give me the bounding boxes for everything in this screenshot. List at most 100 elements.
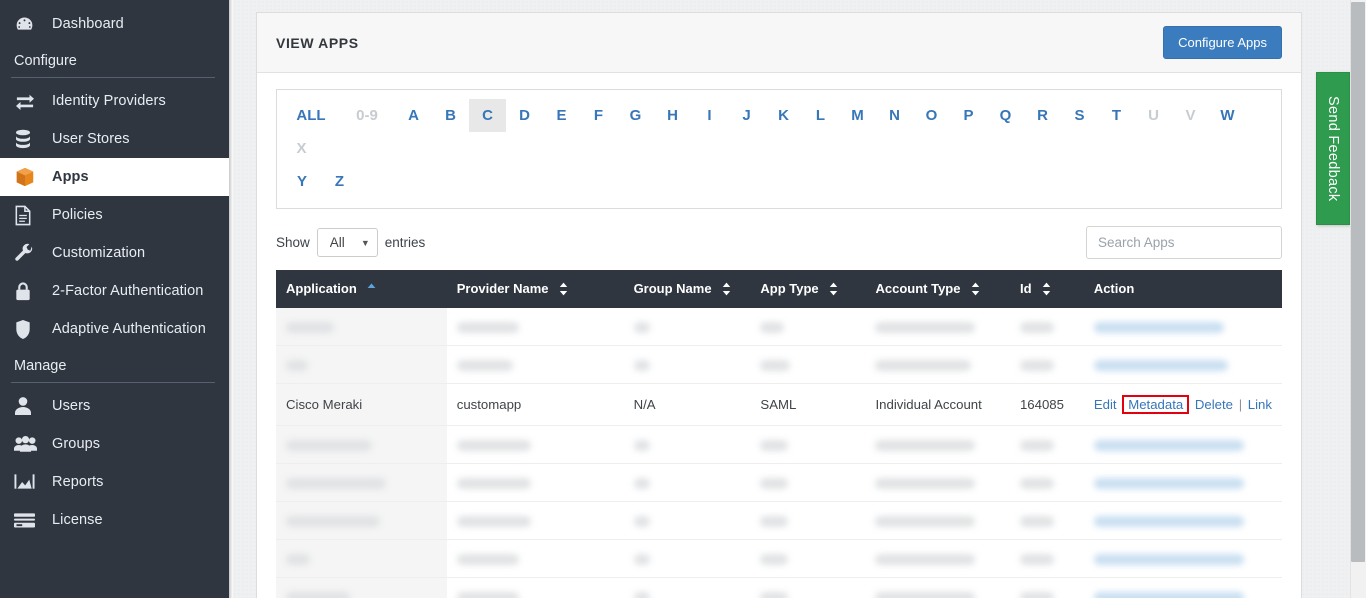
sidebar-item-dashboard[interactable]: Dashboard	[0, 5, 229, 43]
sidebar-item-users[interactable]: Users	[0, 387, 229, 425]
obscured-text	[1093, 478, 1244, 490]
obscured-text	[286, 478, 386, 490]
cell-action[interactable]	[1083, 345, 1282, 384]
obscured-text	[875, 554, 976, 566]
alpha-filter-s[interactable]: S	[1061, 99, 1098, 132]
alpha-filter-y[interactable]: Y	[283, 165, 321, 198]
obscured-text	[456, 440, 531, 452]
table-row[interactable]	[276, 463, 1282, 503]
alpha-filter-c[interactable]: C	[469, 99, 506, 132]
cell-id: 164085	[1009, 383, 1084, 427]
app-root: Dashboard Configure Identity Providers U…	[0, 0, 1366, 598]
shield-icon	[14, 318, 44, 340]
table-row[interactable]	[276, 577, 1282, 598]
obscured-text	[875, 440, 976, 452]
sidebar-item-groups[interactable]: Groups	[0, 425, 229, 463]
column-header-account-type[interactable]: Account Type	[865, 270, 1010, 308]
send-feedback-tab[interactable]: Send Feedback	[1316, 72, 1350, 225]
cell-application	[276, 345, 447, 384]
page-title: VIEW APPS	[276, 34, 359, 51]
cell-action[interactable]	[1083, 307, 1282, 346]
alpha-filter-j[interactable]: J	[728, 99, 765, 132]
alpha-filter-o[interactable]: O	[913, 99, 950, 132]
sidebar-item-license[interactable]: License	[0, 501, 229, 539]
link-link[interactable]: Link	[1248, 397, 1272, 412]
obscured-text	[1019, 554, 1054, 566]
cell-action[interactable]	[1083, 425, 1282, 465]
sidebar-item-customization[interactable]: Customization	[0, 234, 229, 272]
obscured-text	[760, 554, 789, 566]
obscured-text	[633, 321, 650, 333]
column-header-app-type[interactable]: App Type	[750, 270, 866, 308]
cell-action[interactable]	[1083, 501, 1282, 541]
column-header-provider-name[interactable]: Provider Name	[446, 270, 624, 308]
obscured-text	[633, 440, 650, 452]
alpha-filter-e[interactable]: E	[543, 99, 580, 132]
sidebar-item-identity-providers[interactable]: Identity Providers	[0, 82, 229, 120]
sidebar-item-label: User Stores	[52, 130, 130, 147]
action-separator: |	[1238, 396, 1243, 412]
search-input[interactable]	[1086, 226, 1282, 259]
cell-application	[276, 501, 447, 541]
obscured-text	[760, 359, 791, 371]
column-header-application[interactable]: Application	[276, 270, 447, 308]
table-row[interactable]	[276, 345, 1282, 384]
alpha-filter-n[interactable]: N	[876, 99, 913, 132]
metadata-link[interactable]: Metadata	[1128, 397, 1183, 412]
sidebar-item-policies[interactable]: Policies	[0, 196, 229, 234]
alpha-filter-r[interactable]: R	[1024, 99, 1061, 132]
alpha-filter-z[interactable]: Z	[321, 165, 358, 198]
obscured-text	[1019, 478, 1054, 490]
sidebar-item-user-stores[interactable]: User Stores	[0, 120, 229, 158]
alpha-filter-m[interactable]: M	[839, 99, 876, 132]
alpha-filter-x: X	[296, 140, 307, 157]
table-row[interactable]	[276, 307, 1282, 346]
cell-action[interactable]	[1083, 577, 1282, 598]
table-row[interactable]	[276, 425, 1282, 465]
cell-id	[1009, 345, 1084, 384]
cell-action[interactable]	[1083, 463, 1282, 503]
alpha-filter-i[interactable]: I	[691, 99, 728, 132]
alpha-filter-a[interactable]: A	[395, 99, 432, 132]
edit-link[interactable]: Edit	[1094, 397, 1117, 412]
dashboard-icon	[14, 13, 44, 35]
page-scrollbar-track[interactable]	[1350, 0, 1366, 598]
sidebar-item-apps[interactable]: Apps	[0, 158, 229, 196]
obscured-text	[1019, 440, 1054, 452]
configure-apps-button[interactable]: Configure Apps	[1163, 26, 1282, 59]
obscured-text	[875, 592, 976, 598]
entries-select[interactable]: All 10 25 50 100	[316, 228, 378, 257]
table-header-row: Application Provider Name Group Name App…	[276, 270, 1282, 308]
show-label: Show	[276, 235, 310, 250]
sidebar-item-reports[interactable]: Reports	[0, 463, 229, 501]
alpha-filter-w[interactable]: W	[1209, 99, 1246, 132]
alpha-filter-b[interactable]: B	[432, 99, 469, 132]
alpha-filter-all[interactable]: ALL	[283, 99, 339, 132]
column-header-group-name[interactable]: Group Name	[623, 270, 751, 308]
alpha-filter-q[interactable]: Q	[987, 99, 1024, 132]
alpha-filter-h[interactable]: H	[654, 99, 691, 132]
table-row[interactable]	[276, 539, 1282, 579]
cell-action[interactable]	[1083, 539, 1282, 579]
alpha-filter-k[interactable]: K	[765, 99, 802, 132]
alpha-filter-t[interactable]: T	[1098, 99, 1135, 132]
table-row-highlighted[interactable]: Cisco Meraki customapp N/A SAML Individu…	[276, 383, 1282, 427]
alpha-filter-l[interactable]: L	[802, 99, 839, 132]
obscured-text	[456, 478, 531, 490]
alpha-filter-d[interactable]: D	[506, 99, 543, 132]
column-label: App Type	[760, 281, 819, 296]
page-scrollbar-thumb[interactable]	[1351, 2, 1365, 562]
sidebar-item-adaptive-authentication[interactable]: Adaptive Authentication	[0, 310, 229, 348]
sidebar-item-2-factor-authentication[interactable]: 2-Factor Authentication	[0, 272, 229, 310]
lock-icon	[14, 280, 44, 302]
cell-id	[1009, 425, 1084, 465]
alpha-filter-f[interactable]: F	[580, 99, 617, 132]
column-header-id[interactable]: Id	[1009, 270, 1084, 308]
delete-link[interactable]: Delete	[1195, 397, 1233, 412]
cell-provider-name: customapp	[446, 383, 624, 427]
alpha-filter-p[interactable]: P	[950, 99, 987, 132]
panel-header: VIEW APPS Configure Apps	[257, 13, 1301, 73]
cell-app-type: SAML	[750, 383, 866, 427]
alpha-filter-g[interactable]: G	[617, 99, 654, 132]
table-row[interactable]	[276, 501, 1282, 541]
